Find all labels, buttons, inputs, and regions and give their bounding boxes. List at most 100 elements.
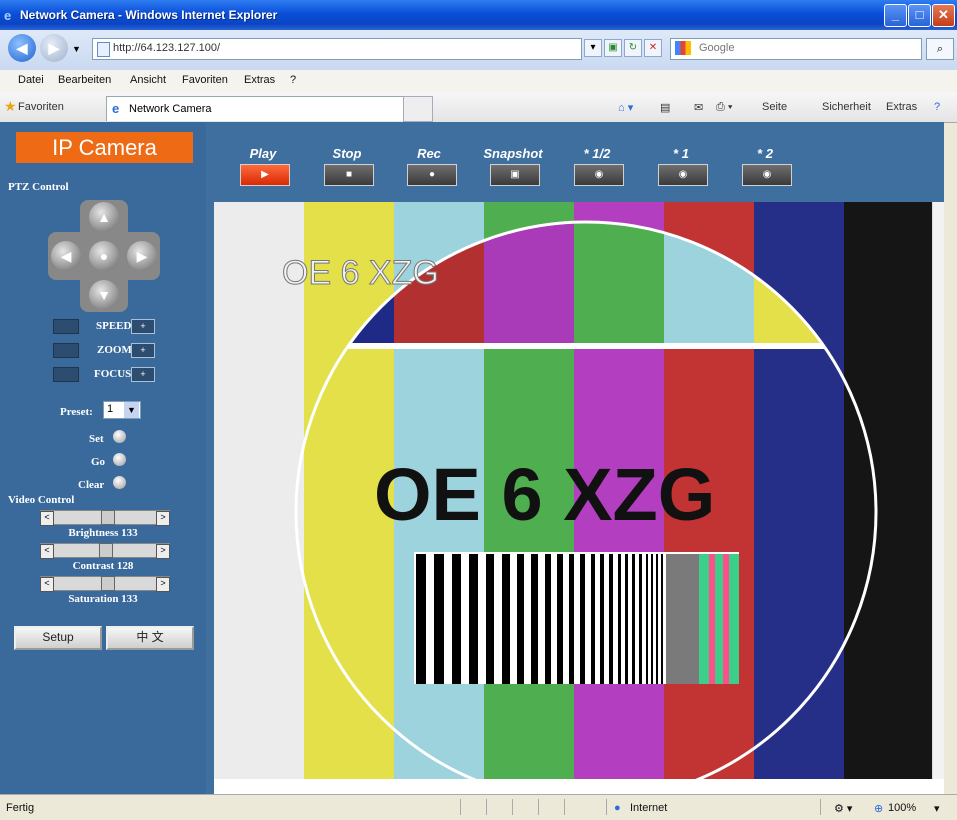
safety-menu[interactable]: Sicherheit bbox=[822, 101, 871, 113]
page-icon bbox=[97, 42, 110, 57]
close-button[interactable]: ✕ bbox=[932, 4, 955, 27]
ptz-pad: ▲ ◀ ● ▶ ▼ bbox=[48, 200, 160, 312]
forward-button[interactable]: ▶ bbox=[40, 34, 68, 62]
preset-clear-button[interactable] bbox=[113, 476, 126, 489]
stop-button[interactable]: ■ bbox=[324, 164, 374, 186]
search-input[interactable]: Google bbox=[670, 38, 922, 60]
preset-set-button[interactable] bbox=[113, 430, 126, 443]
page-bottom-area bbox=[214, 779, 944, 794]
focus-label: FOCUS bbox=[94, 368, 132, 380]
brightness-decrease-icon[interactable]: < bbox=[40, 511, 54, 526]
address-field[interactable]: http://64.123.127.100/ bbox=[92, 38, 582, 60]
brightness-increase-icon[interactable]: > bbox=[156, 511, 170, 526]
zoom-one-button[interactable]: ◉ bbox=[658, 164, 708, 186]
vertical-scrollbar[interactable] bbox=[932, 202, 944, 779]
ptz-control-heading: PTZ Control bbox=[8, 181, 69, 193]
snapshot-button[interactable]: ▣ bbox=[490, 164, 540, 186]
history-dropdown-icon[interactable]: ▼ bbox=[72, 44, 81, 54]
favorites-star-icon[interactable]: ★ bbox=[4, 98, 17, 115]
url-text: http://64.123.127.100/ bbox=[113, 42, 221, 54]
stop-label: Stop bbox=[332, 146, 362, 161]
zoom-dropdown-icon[interactable]: ▾ bbox=[934, 802, 940, 815]
compatibility-icon[interactable]: ▣ bbox=[604, 39, 622, 57]
focus-far-button[interactable]: + bbox=[131, 367, 155, 382]
focus-near-button[interactable] bbox=[53, 367, 79, 382]
brightness-thumb[interactable] bbox=[101, 510, 115, 525]
pan-up-button[interactable]: ▲ bbox=[89, 202, 119, 232]
zone-text: Internet bbox=[630, 802, 668, 814]
chinese-language-button[interactable]: 中 文 bbox=[106, 626, 194, 650]
pan-down-button[interactable]: ▼ bbox=[89, 280, 119, 310]
menu-favorites[interactable]: Favoriten bbox=[182, 74, 228, 86]
back-button[interactable]: ◀ bbox=[8, 34, 36, 62]
zoom-two-button[interactable]: ◉ bbox=[742, 164, 792, 186]
menu-edit[interactable]: Bearbeiten bbox=[58, 74, 111, 86]
zoom-icon[interactable]: ⊕ bbox=[874, 802, 883, 815]
page-content: IP Camera PTZ Control ▲ ◀ ● ▶ ▼ SPEED + … bbox=[0, 122, 944, 794]
home-icon[interactable]: ⌂ ▾ bbox=[618, 101, 633, 114]
record-button[interactable]: ● bbox=[407, 164, 457, 186]
menu-help[interactable]: ? bbox=[290, 74, 296, 86]
minimize-button[interactable]: _ bbox=[884, 4, 907, 27]
zoom-in-button[interactable]: + bbox=[131, 343, 155, 358]
speed-label: SPEED bbox=[96, 320, 132, 332]
ie-logo-icon: e bbox=[4, 8, 12, 23]
menu-file[interactable]: Datei bbox=[18, 74, 44, 86]
zoom-level[interactable]: 100% bbox=[888, 802, 916, 814]
menu-tools[interactable]: Extras bbox=[244, 74, 275, 86]
preset-go-button[interactable] bbox=[113, 453, 126, 466]
preset-select[interactable]: 1 ▼ bbox=[103, 401, 141, 419]
help-icon[interactable]: ? bbox=[934, 101, 940, 113]
brightness-label: Brightness 133 bbox=[68, 527, 138, 539]
stop-icon[interactable]: ✕ bbox=[644, 39, 662, 57]
brightness-slider[interactable]: < > bbox=[40, 510, 170, 526]
setup-button[interactable]: Setup bbox=[14, 626, 102, 650]
saturation-decrease-icon[interactable]: < bbox=[40, 577, 54, 592]
ptz-home-button[interactable]: ● bbox=[89, 241, 119, 271]
status-text: Fertig bbox=[6, 802, 35, 814]
page-menu[interactable]: Seite bbox=[762, 101, 787, 113]
tab-network-camera[interactable]: e Network Camera bbox=[106, 96, 404, 121]
play-button[interactable]: ▶ bbox=[240, 164, 290, 186]
google-logo-icon bbox=[675, 41, 691, 55]
contrast-decrease-icon[interactable]: < bbox=[40, 544, 54, 559]
menu-view[interactable]: Ansicht bbox=[130, 74, 166, 86]
contrast-increase-icon[interactable]: > bbox=[156, 544, 170, 559]
saturation-thumb[interactable] bbox=[101, 576, 115, 591]
sidebar: IP Camera PTZ Control ▲ ◀ ● ▶ ▼ SPEED + … bbox=[0, 122, 206, 794]
contrast-thumb[interactable] bbox=[99, 543, 113, 558]
video-control-heading: Video Control bbox=[8, 494, 75, 506]
pan-right-button[interactable]: ▶ bbox=[127, 241, 157, 271]
zoom-half-button[interactable]: ◉ bbox=[574, 164, 624, 186]
maximize-button[interactable]: □ bbox=[908, 4, 931, 27]
window-title: Network Camera - Windows Internet Explor… bbox=[20, 8, 278, 22]
saturation-slider[interactable]: < > bbox=[40, 576, 170, 592]
ie-tab-icon: e bbox=[112, 101, 120, 116]
test-pattern-image: OE 6 XZG OE 6 XZG bbox=[214, 202, 932, 779]
new-tab-button[interactable] bbox=[403, 96, 433, 122]
zoom-half-label: * 1/2 bbox=[583, 146, 611, 161]
pan-left-button[interactable]: ◀ bbox=[51, 241, 81, 271]
rec-label: Rec bbox=[417, 146, 441, 161]
print-icon[interactable]: ⎙ ▾ bbox=[716, 101, 732, 114]
zoom-one-label: * 1 bbox=[673, 146, 689, 161]
speed-increase-button[interactable]: + bbox=[131, 319, 155, 334]
feeds-icon[interactable]: ▤ bbox=[660, 101, 670, 114]
chevron-down-icon: ▼ bbox=[124, 402, 139, 418]
protected-mode-icon[interactable]: ⚙ ▾ bbox=[834, 802, 852, 815]
zoom-out-button[interactable] bbox=[53, 343, 79, 358]
mail-icon[interactable]: ✉ bbox=[694, 101, 703, 114]
address-dropdown-icon[interactable]: ▾ bbox=[584, 39, 602, 57]
tools-menu[interactable]: Extras bbox=[886, 101, 917, 113]
refresh-icon[interactable]: ↻ bbox=[624, 39, 642, 57]
search-icon[interactable]: ⌕ bbox=[926, 38, 954, 60]
contrast-slider[interactable]: < > bbox=[40, 543, 170, 559]
favorites-button[interactable]: Favoriten bbox=[18, 101, 64, 113]
menu-bar: Datei Bearbeiten Ansicht Favoriten Extra… bbox=[0, 70, 957, 93]
snapshot-label: Snapshot bbox=[483, 146, 543, 161]
video-stream[interactable]: OE 6 XZG OE 6 XZG bbox=[214, 202, 932, 779]
play-label: Play bbox=[249, 146, 277, 161]
saturation-increase-icon[interactable]: > bbox=[156, 577, 170, 592]
speed-decrease-button[interactable] bbox=[53, 319, 79, 334]
callsign-overlay-small: OE 6 XZG bbox=[282, 254, 439, 292]
